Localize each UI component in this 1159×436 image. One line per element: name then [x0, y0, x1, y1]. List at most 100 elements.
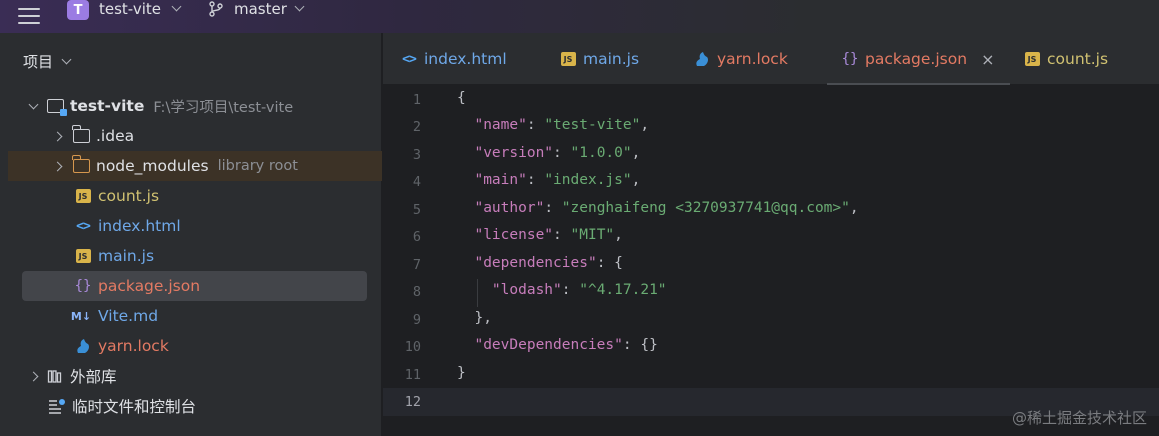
expand-arrow-icon[interactable] [28, 99, 38, 109]
chevron-down-icon[interactable] [61, 54, 72, 65]
line-number: 1 [412, 92, 421, 108]
code-line-3: "version": "1.0.0", [474, 145, 641, 161]
scratches-icon [49, 399, 65, 414]
title-bar: T test-vite master [0, 0, 1159, 33]
code-line-9: }, [457, 310, 492, 326]
tree-item-index-html[interactable]: <> index.html [8, 211, 382, 241]
code-line-10: "devDependencies": {} [474, 337, 658, 353]
close-tab-icon[interactable]: × [981, 50, 994, 69]
tab-main-js[interactable]: JS main.js [559, 33, 639, 85]
tab-label: yarn.lock [717, 50, 788, 68]
folder-icon [71, 155, 90, 173]
tree-item-label: test-vite [70, 97, 145, 115]
code-line-4: "main": "index.js", [474, 172, 641, 188]
chevron-down-icon[interactable] [294, 1, 305, 12]
library-root-hint: library root [217, 158, 298, 174]
tree-item-external-libraries[interactable]: 外部库 [8, 361, 382, 391]
js-file-icon: JS [1024, 52, 1040, 66]
line-number: 10 [404, 339, 421, 355]
project-badge[interactable]: T [67, 0, 89, 20]
editor-tab-bar: <> index.html JS main.js yarn.lock {} pa… [383, 33, 1159, 86]
line-number: 3 [412, 147, 421, 163]
tree-item-count-js[interactable]: JS count.js [8, 181, 382, 211]
tree-item-project-root[interactable]: test-vite F:\学习项目\test-vite [8, 91, 382, 121]
code-token: }, [474, 310, 492, 326]
json-key: "version" [474, 145, 554, 161]
json-key: "main" [474, 172, 527, 188]
watermark: @稀土掘金技术社区 [1011, 409, 1147, 427]
json-key: "dependencies" [474, 255, 597, 271]
collapse-arrow-icon[interactable] [28, 371, 38, 381]
tab-count-js[interactable]: JS count.js [1023, 33, 1108, 85]
yarn-file-icon [77, 339, 89, 353]
tree-item-label: Vite.md [98, 307, 159, 325]
tree-item-vite-md[interactable]: M↓ Vite.md [8, 301, 382, 331]
tree-item-label: package.json [98, 277, 201, 295]
main-menu-icon[interactable] [18, 6, 40, 26]
line-number: 4 [412, 174, 421, 190]
tree-item-yarn-lock[interactable]: yarn.lock [8, 331, 382, 361]
tab-yarn-lock[interactable]: yarn.lock [693, 33, 788, 85]
line-number: 6 [412, 229, 421, 245]
json-key: "name" [474, 117, 527, 133]
tree-item-label: .idea [96, 127, 135, 145]
git-branch-icon[interactable] [208, 1, 224, 17]
project-view-selector[interactable]: 项目 [23, 51, 72, 72]
json-key: "author" [474, 200, 545, 216]
tab-index-html[interactable]: <> index.html [400, 33, 507, 85]
json-key: "lodash" [491, 282, 562, 298]
js-file-icon: JS [75, 249, 91, 263]
tab-label: package.json [865, 50, 968, 68]
code-token: } [457, 365, 466, 381]
line-number: 8 [412, 284, 421, 300]
line-number: 5 [412, 202, 421, 218]
line-number: 9 [412, 312, 421, 328]
tree-item-scratches[interactable]: 临时文件和控制台 [8, 391, 382, 421]
json-file-icon: {} [74, 278, 92, 294]
tree-item-label: main.js [98, 247, 155, 265]
tab-label: main.js [583, 50, 640, 68]
branch-name[interactable]: master [234, 0, 287, 18]
js-file-icon: JS [75, 189, 91, 203]
tab-package-json[interactable]: {} package.json × [826, 33, 1011, 86]
library-icon [47, 370, 62, 383]
code-token: {} [640, 337, 658, 353]
collapse-arrow-icon[interactable] [52, 131, 62, 141]
code-editor[interactable]: 1 2 3 4 5 6 7 8 9 10 11 12 { "name": "te… [383, 85, 1159, 436]
tree-item-idea[interactable]: .idea [8, 121, 382, 151]
project-folder-icon [46, 99, 67, 116]
json-string: "MIT" [570, 227, 615, 243]
line-number: 7 [412, 257, 421, 273]
collapse-arrow-icon[interactable] [52, 161, 62, 171]
code-line-8: "lodash": "^4.17.21" [491, 282, 667, 298]
tree-item-label: 外部库 [70, 368, 117, 386]
html-file-icon: <> [76, 218, 91, 234]
tree-item-label: node_modules [96, 157, 209, 175]
line-number: 2 [412, 119, 421, 135]
project-name[interactable]: test-vite [99, 0, 161, 18]
code-line-11: } [457, 365, 466, 381]
json-string: "index.js" [544, 172, 632, 188]
html-file-icon: <> [402, 51, 417, 67]
json-string: "^4.17.21" [579, 282, 667, 298]
json-file-icon: {} [841, 51, 859, 67]
code-line-6: "license": "MIT", [474, 227, 623, 243]
line-number: 11 [404, 367, 421, 383]
tree-item-main-js[interactable]: JS main.js [8, 241, 382, 271]
chevron-down-icon[interactable] [171, 1, 182, 12]
tree-item-node-modules[interactable]: node_modules library root [8, 151, 382, 181]
yarn-file-icon [696, 52, 708, 66]
tree-item-label: 临时文件和控制台 [72, 398, 197, 416]
tree-item-path: F:\学习项目\test-vite [153, 99, 294, 116]
tab-label: count.js [1047, 50, 1109, 68]
code-token: { [457, 90, 466, 106]
code-line-2: "name": "test-vite", [474, 117, 650, 133]
tree-item-label: count.js [98, 187, 160, 205]
json-string: "1.0.0" [570, 145, 632, 161]
tab-label: index.html [424, 50, 507, 68]
code-line-7: "dependencies": { [474, 255, 623, 271]
markdown-file-icon: M↓ [70, 309, 92, 323]
tree-item-package-json[interactable]: {} package.json [22, 271, 367, 301]
project-sidebar: 项目 test-vite F:\学习项目\test-vite .idea nod… [0, 33, 382, 436]
tree-item-label: yarn.lock [98, 337, 169, 355]
